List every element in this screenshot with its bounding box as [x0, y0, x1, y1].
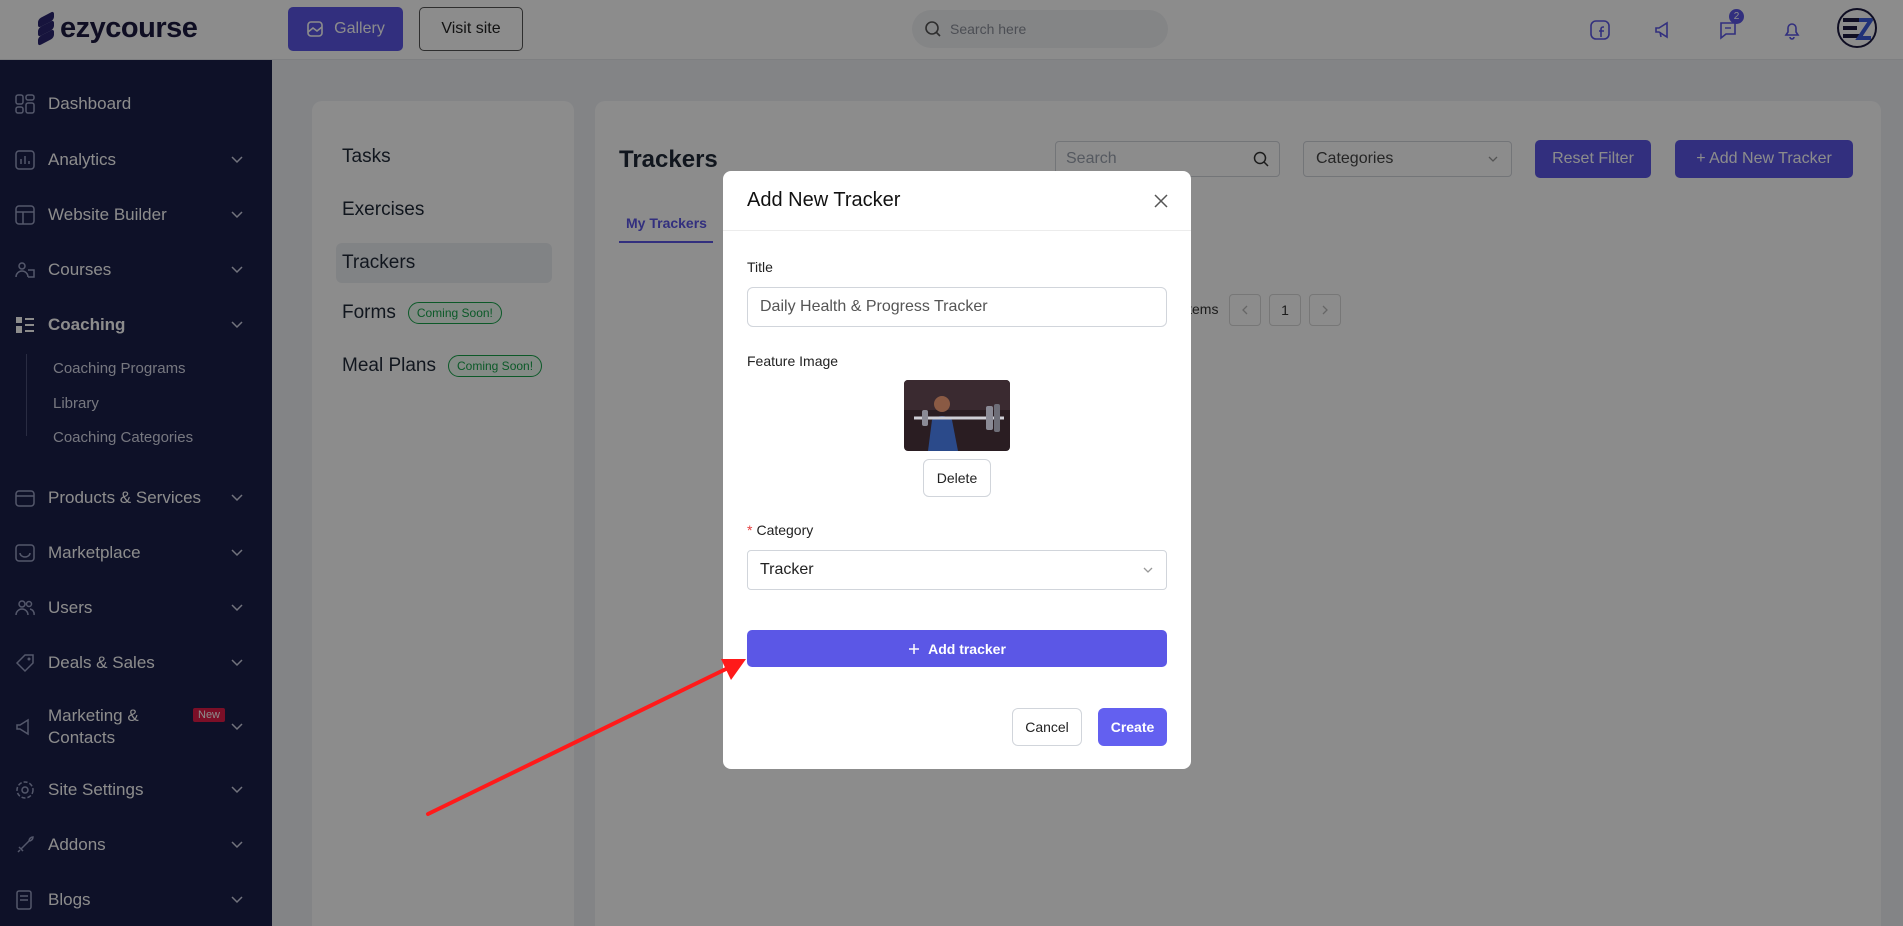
create-button[interactable]: Create: [1098, 708, 1167, 746]
category-select[interactable]: Tracker: [747, 550, 1167, 590]
close-icon[interactable]: [1153, 193, 1169, 209]
plus-icon: [909, 643, 920, 654]
feature-image-label: Feature Image: [747, 353, 839, 369]
chevron-down-icon: [1143, 567, 1153, 573]
title-label: Title: [747, 259, 773, 275]
required-marker: *: [747, 522, 753, 538]
category-label-text: Category: [756, 522, 814, 538]
cancel-button[interactable]: Cancel: [1012, 708, 1082, 746]
add-new-tracker-modal: Add New Tracker Title Feature Image Dele…: [723, 171, 1191, 769]
category-select-value: Tracker: [760, 561, 814, 578]
modal-title: Add New Tracker: [747, 189, 901, 211]
category-label: * Category: [747, 522, 813, 538]
title-input[interactable]: [747, 287, 1167, 327]
modal-header: Add New Tracker: [723, 171, 1191, 231]
feature-image-preview: [904, 380, 1010, 451]
delete-image-button[interactable]: Delete: [923, 459, 991, 497]
add-tracker-label: Add tracker: [928, 640, 1006, 657]
add-tracker-button[interactable]: Add tracker: [747, 630, 1167, 667]
